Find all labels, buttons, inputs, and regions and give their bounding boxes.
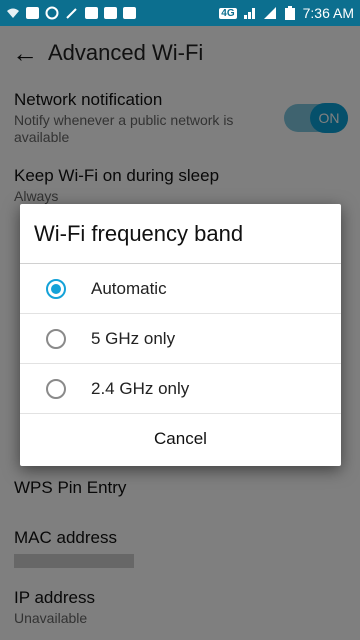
- cancel-button[interactable]: Cancel: [20, 414, 341, 464]
- bag-icon: [104, 7, 117, 19]
- wifi-question-icon: [6, 6, 20, 20]
- signal-icon: [243, 6, 257, 20]
- image-icon: [26, 7, 39, 19]
- bag-icon: [85, 7, 98, 19]
- battery-icon: [283, 6, 297, 20]
- option-2-4ghz[interactable]: 2.4 GHz only: [20, 364, 341, 414]
- option-label: 2.4 GHz only: [91, 378, 190, 398]
- radio-unchecked-icon[interactable]: [46, 328, 66, 349]
- radio-checked-icon[interactable]: [46, 278, 66, 299]
- option-label: 5 GHz only: [91, 328, 176, 348]
- status-right-icons: 4G 7:36 AM: [219, 5, 354, 21]
- bag-icon: [123, 7, 136, 19]
- wand-icon: [65, 6, 79, 20]
- option-automatic[interactable]: Automatic: [20, 264, 341, 314]
- frequency-band-dialog: Wi-Fi frequency band Automatic 5 GHz onl…: [20, 204, 341, 466]
- status-time: 7:36 AM: [302, 5, 354, 21]
- dialog-title: Wi-Fi frequency band: [20, 204, 341, 264]
- status-bar: 4G 7:36 AM: [0, 0, 360, 26]
- status-left-icons: [6, 6, 136, 20]
- network-type-label: 4G: [219, 7, 237, 19]
- radio-unchecked-icon[interactable]: [46, 378, 66, 399]
- option-label: Automatic: [91, 278, 167, 298]
- option-5ghz[interactable]: 5 GHz only: [20, 314, 341, 364]
- signal-icon: [263, 6, 277, 20]
- gauge-icon: [45, 6, 59, 20]
